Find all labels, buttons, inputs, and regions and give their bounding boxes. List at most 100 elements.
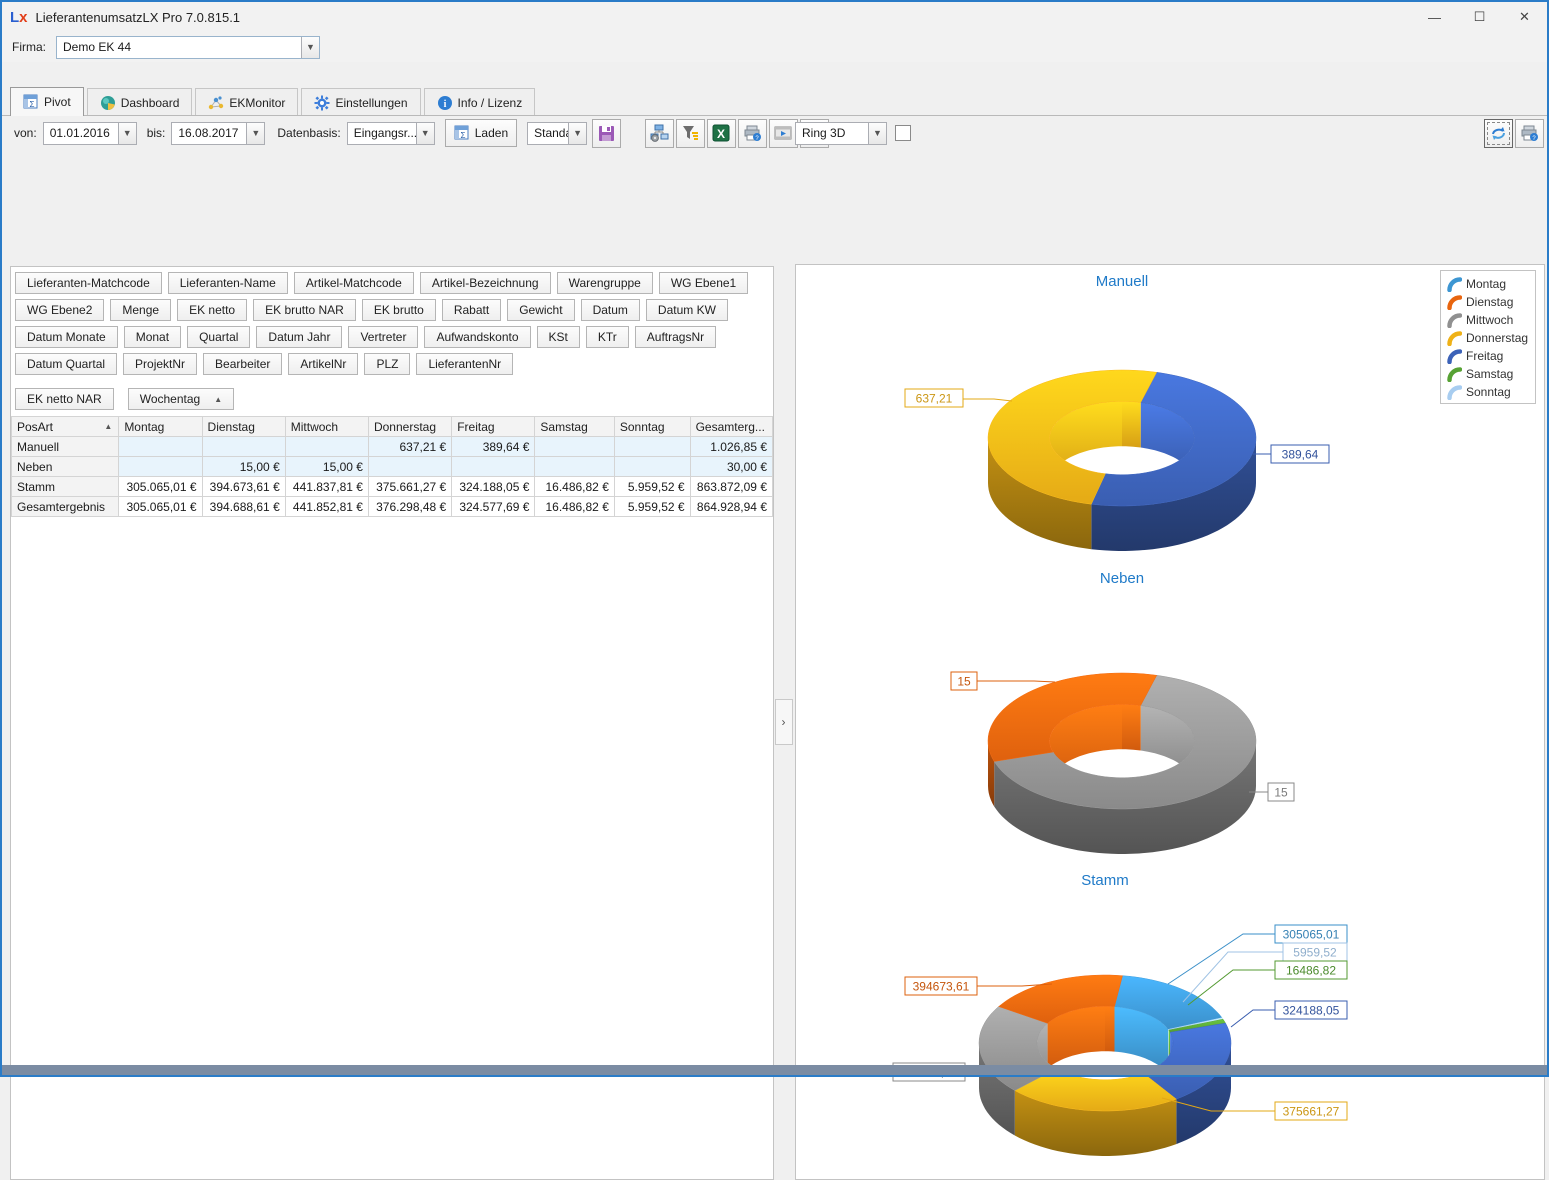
pivot-cell[interactable]: 441.852,81 €	[285, 497, 368, 517]
field-button-datum-monate[interactable]: Datum Monate	[15, 326, 118, 348]
field-button-artikelnr[interactable]: ArtikelNr	[288, 353, 358, 375]
field-button-datum[interactable]: Datum	[581, 299, 640, 321]
column-header-samstag[interactable]: Samstag	[535, 417, 614, 437]
column-header-dienstag[interactable]: Dienstag	[202, 417, 285, 437]
field-button-artikel-matchcode[interactable]: Artikel-Matchcode	[294, 272, 414, 294]
pivot-cell[interactable]	[285, 437, 368, 457]
pivot-cell[interactable]	[202, 437, 285, 457]
maximize-button[interactable]: ☐	[1457, 2, 1502, 32]
panel-splitter[interactable]: ›	[772, 266, 795, 1178]
field-button-wg-ebene2[interactable]: WG Ebene2	[15, 299, 104, 321]
column-header-mittwoch[interactable]: Mittwoch	[285, 417, 368, 437]
chart-type-select[interactable]: Ring 3D ▼	[795, 122, 887, 145]
field-button-rabatt[interactable]: Rabatt	[442, 299, 501, 321]
tab-einstellungen[interactable]: Einstellungen	[301, 88, 420, 116]
pivot-cell[interactable]: 375.661,27 €	[368, 477, 451, 497]
data-field-button[interactable]: EK netto NAR	[15, 388, 114, 410]
pivot-cell[interactable]	[614, 437, 690, 457]
pivot-cell[interactable]: 5.959,52 €	[614, 477, 690, 497]
firma-select[interactable]: Demo EK 44 ▼	[56, 36, 320, 59]
field-button-bearbeiter[interactable]: Bearbeiter	[203, 353, 282, 375]
field-button-aufwandskonto[interactable]: Aufwandskonto	[424, 326, 530, 348]
chevron-down-icon[interactable]: ▼	[301, 37, 319, 58]
pivot-cell[interactable]: 637,21 €	[368, 437, 451, 457]
pivot-cell[interactable]: 15,00 €	[202, 457, 285, 477]
field-button-datum-kw[interactable]: Datum KW	[646, 299, 728, 321]
field-button-vertreter[interactable]: Vertreter	[348, 326, 418, 348]
field-button-lieferanten-name[interactable]: Lieferanten-Name	[168, 272, 288, 294]
pivot-settings-button[interactable]	[645, 119, 674, 148]
pivot-cell[interactable]: 864.928,94 €	[690, 497, 772, 517]
excel-export-button[interactable]: X	[707, 119, 736, 148]
field-button-gewicht[interactable]: Gewicht	[507, 299, 574, 321]
pivot-cell[interactable]: 16.486,82 €	[535, 477, 614, 497]
chart-option-checkbox[interactable]	[895, 125, 911, 141]
pivot-cell[interactable]: 30,00 €	[690, 457, 772, 477]
print-button[interactable]: ?	[738, 119, 767, 148]
field-button-plz[interactable]: PLZ	[364, 353, 410, 375]
pivot-cell[interactable]	[368, 457, 451, 477]
row-header-stamm[interactable]: Stamm	[12, 477, 119, 497]
pivot-cell[interactable]	[535, 457, 614, 477]
field-button-warengruppe[interactable]: Warengruppe	[557, 272, 653, 294]
field-button-artikel-bezeichnung[interactable]: Artikel-Bezeichnung	[420, 272, 551, 294]
pivot-cell[interactable]: 305.065,01 €	[119, 477, 202, 497]
pivot-cell[interactable]: 389,64 €	[452, 437, 535, 457]
field-button-datum-jahr[interactable]: Datum Jahr	[256, 326, 342, 348]
tab-ekmonitor[interactable]: EKMonitor	[195, 88, 298, 116]
pivot-cell[interactable]	[614, 457, 690, 477]
row-header-manuell[interactable]: Manuell	[12, 437, 119, 457]
pivot-cell[interactable]: 441.837,81 €	[285, 477, 368, 497]
field-button-menge[interactable]: Menge	[110, 299, 171, 321]
field-button-quartal[interactable]: Quartal	[187, 326, 250, 348]
row-header-gesamtergebnis[interactable]: Gesamtergebnis	[12, 497, 119, 517]
chart-print-button[interactable]: ?	[1515, 119, 1544, 148]
pivot-cell[interactable]: 305.065,01 €	[119, 497, 202, 517]
chevron-down-icon[interactable]: ▼	[246, 123, 264, 144]
von-date-input[interactable]: 01.01.2016 ▼	[43, 122, 137, 145]
field-button-lieferantennr[interactable]: LieferantenNr	[416, 353, 513, 375]
row-header-neben[interactable]: Neben	[12, 457, 119, 477]
field-button-lieferanten-matchcode[interactable]: Lieferanten-Matchcode	[15, 272, 162, 294]
field-button-kst[interactable]: KSt	[537, 326, 580, 348]
tab-pivot[interactable]: ΣPivot	[10, 87, 84, 116]
pivot-cell[interactable]: 5.959,52 €	[614, 497, 690, 517]
column-header-montag[interactable]: Montag	[119, 417, 202, 437]
close-button[interactable]: ✕	[1502, 2, 1547, 32]
row-field-header[interactable]: PosArt▲	[12, 417, 119, 437]
pivot-cell[interactable]	[119, 457, 202, 477]
field-button-ek-brutto[interactable]: EK brutto	[362, 299, 436, 321]
field-button-wg-ebene1[interactable]: WG Ebene1	[659, 272, 748, 294]
pivot-cell[interactable]	[452, 457, 535, 477]
pivot-cell[interactable]: 15,00 €	[285, 457, 368, 477]
field-button-ek-netto[interactable]: EK netto	[177, 299, 247, 321]
pivot-cell[interactable]: 394.688,61 €	[202, 497, 285, 517]
pivot-cell[interactable]: 16.486,82 €	[535, 497, 614, 517]
pivot-cell[interactable]	[119, 437, 202, 457]
filter-button[interactable]	[676, 119, 705, 148]
chevron-down-icon[interactable]: ▼	[868, 123, 886, 144]
column-header-gesamterg-[interactable]: Gesamterg...	[690, 417, 772, 437]
tab-dashboard[interactable]: Dashboard	[87, 88, 193, 116]
column-header-freitag[interactable]: Freitag	[452, 417, 535, 437]
pivot-cell[interactable]: 324.577,69 €	[452, 497, 535, 517]
datenbasis-select[interactable]: Eingangsr... ▼	[347, 122, 435, 145]
column-field-button[interactable]: Wochentag▲	[128, 388, 234, 410]
preset-select[interactable]: Standa ▼	[527, 122, 587, 145]
chevron-down-icon[interactable]: ▼	[118, 123, 136, 144]
laden-button[interactable]: Σ Laden	[445, 119, 517, 147]
field-button-auftragsnr[interactable]: AuftragsNr	[635, 326, 716, 348]
field-button-monat[interactable]: Monat	[124, 326, 181, 348]
column-header-sonntag[interactable]: Sonntag	[614, 417, 690, 437]
video-button[interactable]	[769, 119, 798, 148]
pivot-cell[interactable]: 863.872,09 €	[690, 477, 772, 497]
minimize-button[interactable]: —	[1412, 2, 1457, 32]
pivot-cell[interactable]: 394.673,61 €	[202, 477, 285, 497]
pivot-cell[interactable]: 324.188,05 €	[452, 477, 535, 497]
column-header-donnerstag[interactable]: Donnerstag	[368, 417, 451, 437]
collapse-panel-button[interactable]: ›	[775, 699, 793, 745]
chevron-down-icon[interactable]: ▼	[416, 123, 434, 144]
pivot-cell[interactable]	[535, 437, 614, 457]
bis-date-input[interactable]: 16.08.2017 ▼	[171, 122, 265, 145]
field-button-datum-quartal[interactable]: Datum Quartal	[15, 353, 117, 375]
